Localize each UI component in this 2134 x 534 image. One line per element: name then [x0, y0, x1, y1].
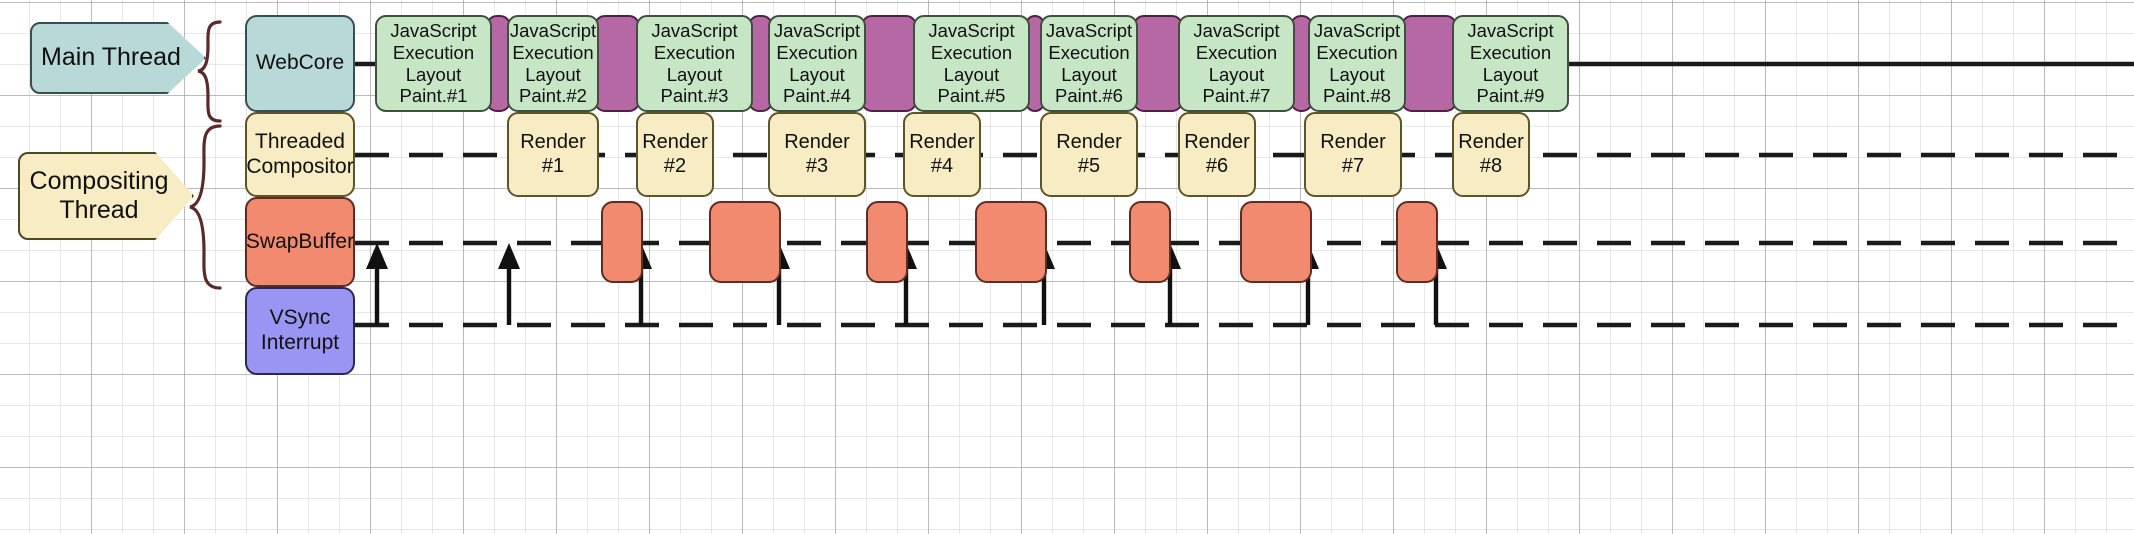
- compositing-thread-brace: [189, 124, 222, 290]
- main-thread-separator-block: [861, 15, 917, 112]
- main-thread-separator-block: [1133, 15, 1183, 112]
- row-header-label: WebCore: [255, 51, 345, 75]
- render-block: Render #7: [1304, 112, 1402, 197]
- javascript-task-block: JavaScript Execution Layout Paint.#5: [913, 15, 1030, 112]
- javascript-task-block: JavaScript Execution Layout Paint.#9: [1452, 15, 1569, 112]
- javascript-task-block: JavaScript Execution Layout Paint.#8: [1308, 15, 1406, 112]
- render-block: Render #8: [1452, 112, 1530, 197]
- swapbuffer-block: [975, 201, 1047, 283]
- render-block-label: Render #5: [1056, 130, 1122, 177]
- javascript-task-block-label: JavaScript Execution Layout Paint.#1: [390, 19, 477, 107]
- row-header-label: Threaded Compositor: [246, 129, 354, 178]
- main-thread-separator-block: [594, 15, 640, 112]
- javascript-task-block-label: JavaScript Execution Layout Paint.#3: [651, 19, 738, 107]
- render-block-label: Render #8: [1458, 130, 1524, 177]
- swapbuffer-block: [1240, 201, 1312, 283]
- swapbuffer-block: [1396, 201, 1438, 283]
- javascript-task-block-label: JavaScript Execution Layout Paint.#8: [1313, 19, 1401, 107]
- row-header-webcore: WebCore: [245, 15, 355, 112]
- swapbuffer-block: [1129, 201, 1171, 283]
- javascript-task-block-label: JavaScript Execution Layout Paint.#5: [928, 19, 1015, 107]
- vsync-to-swapbuffer-arrow: [498, 243, 520, 325]
- render-block: Render #3: [768, 112, 866, 197]
- javascript-task-block: JavaScript Execution Layout Paint.#6: [1040, 15, 1138, 112]
- swapbuffer-block: [866, 201, 908, 283]
- render-block-label: Render #1: [520, 130, 586, 177]
- row-header-vsync: VSync Interrupt: [245, 287, 355, 375]
- render-block-label: Render #3: [784, 130, 850, 177]
- swapbuffer-block: [601, 201, 643, 283]
- javascript-task-block: JavaScript Execution Layout Paint.#1: [375, 15, 492, 112]
- javascript-task-block: JavaScript Execution Layout Paint.#4: [768, 15, 866, 112]
- thread-label-text: Compositing Thread: [29, 166, 169, 225]
- row-header-label: VSync Interrupt: [260, 306, 340, 354]
- javascript-task-block-label: JavaScript Execution Layout Paint.#9: [1467, 19, 1554, 107]
- render-block: Render #5: [1040, 112, 1138, 197]
- render-block-label: Render #7: [1320, 130, 1386, 177]
- thread-label-text: Main Thread: [41, 43, 181, 72]
- javascript-task-block: JavaScript Execution Layout Paint.#3: [636, 15, 753, 112]
- main-thread-separator-block: [1401, 15, 1457, 112]
- render-block-label: Render #6: [1184, 130, 1250, 177]
- render-block: Render #2: [636, 112, 714, 197]
- main-thread-brace: [197, 20, 222, 123]
- render-block-label: Render #2: [642, 130, 708, 177]
- swapbuffer-block: [709, 201, 781, 283]
- row-header-swap: SwapBuffer: [245, 197, 355, 287]
- javascript-task-block-label: JavaScript Execution Layout Paint.#6: [1045, 19, 1133, 107]
- row-header-label: SwapBuffer: [245, 229, 355, 253]
- diagram-canvas: Main Thread Compositing Thread WebCore Thr…: [0, 0, 2134, 534]
- javascript-task-block-label: JavaScript Execution Layout Paint.#7: [1193, 19, 1280, 107]
- render-block: Render #1: [507, 112, 599, 197]
- render-block: Render #4: [903, 112, 981, 197]
- javascript-task-block: JavaScript Execution Layout Paint.#2: [507, 15, 599, 112]
- javascript-task-block-label: JavaScript Execution Layout Paint.#4: [773, 19, 861, 107]
- render-block: Render #6: [1178, 112, 1256, 197]
- javascript-task-block: JavaScript Execution Layout Paint.#7: [1178, 15, 1295, 112]
- javascript-task-block-label: JavaScript Execution Layout Paint.#2: [509, 19, 597, 107]
- row-header-threaded: Threaded Compositor: [245, 112, 355, 197]
- render-block-label: Render #4: [909, 130, 975, 177]
- vsync-to-swapbuffer-arrow: [366, 243, 388, 325]
